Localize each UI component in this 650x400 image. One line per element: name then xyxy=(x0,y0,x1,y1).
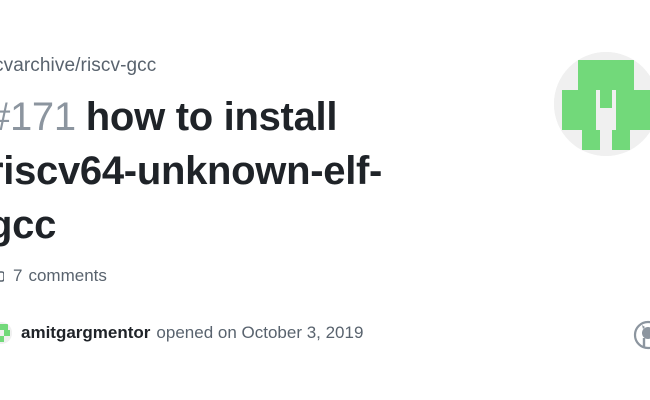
issue-card: cvarchive/riscv-gcc #171how to install r… xyxy=(0,0,650,400)
comment-icon xyxy=(0,269,5,283)
author-name[interactable]: amitgargmentor xyxy=(21,323,150,343)
opened-date: opened on October 3, 2019 xyxy=(156,323,364,342)
author-row: amitgargmentor opened on October 3, 2019 xyxy=(0,322,363,344)
author-avatar[interactable] xyxy=(0,322,12,344)
comments-count[interactable]: 7 comments xyxy=(0,266,107,286)
repo-path[interactable]: cvarchive/riscv-gcc xyxy=(0,55,156,77)
identicon-avatar xyxy=(554,52,650,156)
comments-label: comments xyxy=(28,266,107,285)
issue-title: #171how to install riscv64-unknown-elf-g… xyxy=(0,90,448,252)
repo-owner-avatar[interactable] xyxy=(554,52,650,156)
github-mark-icon xyxy=(633,320,650,350)
comments-number: 7 xyxy=(13,266,23,285)
issue-number: #171 xyxy=(0,95,76,139)
